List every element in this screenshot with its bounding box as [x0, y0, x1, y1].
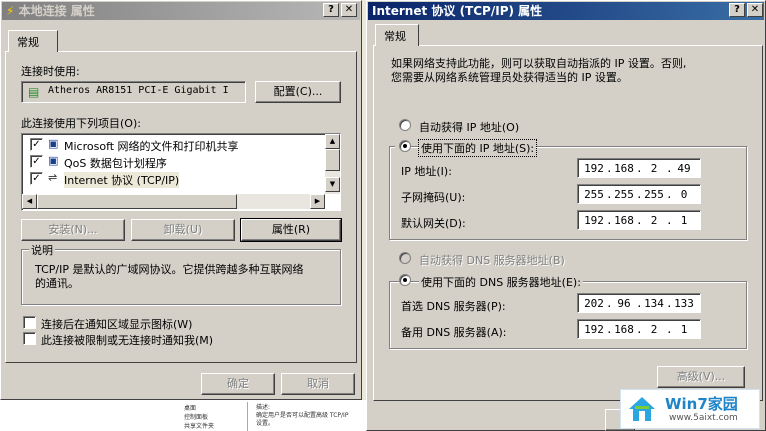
show-icon-checkbox[interactable] [23, 316, 36, 329]
tcpip-properties-window: Internet 协议 (TCP/IP) 属性 ? ✕ 常规 如果网络支持此功能… [366, 0, 766, 431]
scroll-thumb[interactable] [325, 149, 340, 171]
scroll-down-arrow-icon[interactable]: ▼ [325, 177, 340, 192]
win7-watermark: Win7家园 www.5aixt.com [620, 389, 760, 429]
items-label: 此连接使用下列项目(O): [21, 117, 141, 130]
configure-button[interactable]: 配置(C)... [255, 81, 341, 103]
list-item[interactable]: ✓ ⇌ Internet 协议 (TCP/IP) [30, 171, 320, 188]
adapter-icon: ▤ [28, 85, 40, 99]
manual-dns-radio[interactable] [399, 274, 411, 286]
scroll-hthumb[interactable] [37, 194, 237, 209]
tree-item: 桌面 [184, 405, 197, 412]
left-title-bar[interactable]: ⚡ 本地连接 属性 [2, 2, 360, 20]
auto-ip-label: 自动获得 IP 地址(O) [419, 121, 520, 134]
description-group-label: 说明 [29, 242, 55, 258]
item-label: Microsoft 网络的文件和打印机共享 [64, 140, 239, 153]
tab-general[interactable]: 常规 [375, 24, 419, 46]
gateway-label: 默认网关(D): [401, 217, 466, 230]
tree-pane: 桌面 控制面板 共享文件夹 [170, 402, 248, 431]
connect-using-label: 连接时使用: [21, 65, 80, 78]
preferred-dns-label: 首选 DNS 服务器(P): [401, 300, 506, 313]
gateway-field[interactable]: 192. 168. 2. 1 [577, 210, 701, 230]
ok-button[interactable]: 确定 [201, 373, 275, 395]
tab-general[interactable]: 常规 [8, 30, 58, 52]
help-button[interactable]: ? [729, 3, 745, 17]
left-window-title: 本地连接 属性 [18, 4, 95, 18]
item-label: QoS 数据包计划程序 [64, 157, 167, 170]
subnet-label: 子网掩码(U): [401, 191, 466, 204]
tree-item: 共享文件夹 [184, 423, 215, 430]
share-icon: ▣ [48, 137, 59, 150]
components-list[interactable]: ✓ ▣ Microsoft 网络的文件和打印机共享 ✓ ▣ QoS 数据包计划程… [21, 133, 341, 211]
ip-address-label: IP 地址(I): [401, 165, 452, 178]
qos-icon: ▣ [48, 154, 59, 167]
adapter-field: ▤ Atheros AR8151 PCI-E Gigabit I [21, 81, 246, 103]
vertical-scrollbar[interactable]: ▲ ▼ [325, 134, 340, 194]
notify-checkbox[interactable] [23, 332, 36, 345]
auto-dns-label: 自动获得 DNS 服务器地址(B) [419, 254, 565, 267]
notify-label: 此连接被限制或无连接时通知我(M) [41, 334, 214, 347]
house-icon [627, 394, 657, 424]
close-button[interactable]: ✕ [341, 3, 357, 17]
horizontal-scrollbar[interactable]: ◀ ▶ [22, 194, 325, 209]
right-title-bar[interactable]: Internet 协议 (TCP/IP) 属性 [368, 2, 764, 20]
item-checkbox[interactable]: ✓ [30, 172, 43, 185]
list-item[interactable]: ✓ ▣ QoS 数据包计划程序 [30, 154, 320, 170]
scroll-up-arrow-icon[interactable]: ▲ [325, 134, 340, 149]
watermark-brand: Win7家园 [665, 395, 738, 413]
local-connection-properties-window: ⚡ 本地连接 属性 ? ✕ 常规 连接时使用: ▤ Atheros AR8151… [0, 0, 362, 400]
protocol-icon: ⇌ [48, 171, 58, 184]
help-button[interactable]: ? [323, 3, 339, 17]
properties-button[interactable]: 属性(R) [240, 218, 342, 242]
preferred-dns-field[interactable]: 202. 96. 134. 133 [577, 293, 701, 313]
adapter-name: Atheros AR8151 PCI-E Gigabit I [48, 85, 229, 96]
right-window-title: Internet 协议 (TCP/IP) 属性 [372, 4, 543, 18]
advanced-button[interactable]: 高级(V)... [657, 366, 745, 388]
close-button[interactable]: ✕ [747, 3, 763, 17]
intro-text-2: 您需要从网络系统管理员处获得适当的 IP 设置。 [391, 71, 628, 84]
cancel-button[interactable]: 取消 [281, 373, 355, 395]
manual-dns-label: 使用下面的 DNS 服务器地址(E): [419, 274, 583, 290]
manual-ip-radio[interactable] [399, 140, 411, 152]
auto-ip-radio[interactable] [399, 119, 411, 131]
auto-dns-radio[interactable] [399, 252, 411, 264]
alternate-dns-label: 备用 DNS 服务器(A): [401, 326, 507, 339]
install-button[interactable]: 安装(N)... [21, 219, 125, 241]
item-checkbox[interactable]: ✓ [30, 155, 43, 168]
scroll-left-arrow-icon[interactable]: ◀ [22, 194, 37, 209]
scroll-right-arrow-icon[interactable]: ▶ [310, 194, 325, 209]
tree-item: 控制面板 [184, 414, 209, 421]
ip-address-field[interactable]: 192. 168. 2. 49 [577, 158, 701, 178]
watermark-url: www.5aixt.com [669, 413, 738, 423]
show-icon-label: 连接后在通知区域显示图标(W) [41, 318, 193, 331]
background-explorer-fragment: 桌面 控制面板 共享文件夹 描述: 确定用户是否可以配置高级 TCP/IP 设置… [0, 400, 366, 431]
note-line: 设置。 [256, 420, 275, 427]
alternate-dns-field[interactable]: 192. 168. 2. 1 [577, 319, 701, 339]
description-text-2: 的通讯。 [35, 277, 79, 290]
network-icon: ⚡ [6, 4, 15, 18]
uninstall-button[interactable]: 卸载(U) [131, 219, 235, 241]
list-item[interactable]: ✓ ▣ Microsoft 网络的文件和打印机共享 [30, 137, 320, 153]
item-checkbox[interactable]: ✓ [30, 138, 43, 151]
item-label: Internet 协议 (TCP/IP) [64, 172, 180, 188]
manual-ip-label: 使用下面的 IP 地址(S): [417, 139, 538, 157]
subnet-field[interactable]: 255. 255. 255. 0 [577, 184, 701, 204]
